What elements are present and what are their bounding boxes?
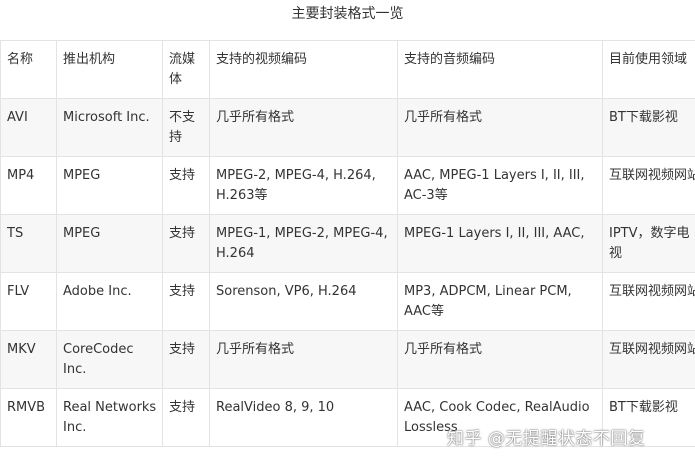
cell-audio-codecs: AAC, MPEG-1 Layers I, II, III, AC-3等: [397, 156, 603, 215]
cell-streaming: 支持: [162, 330, 210, 389]
table-row: FLV Adobe Inc. 支持 Sorenson, VP6, H.264 M…: [0, 272, 695, 331]
cell-streaming: 支持: [162, 272, 210, 331]
cell-publisher: Real Networks Inc.: [56, 388, 163, 447]
cell-audio-codecs: 几乎所有格式: [397, 98, 603, 157]
cell-name: TS: [0, 214, 57, 273]
cell-streaming: 支持: [162, 388, 210, 447]
header-streaming: 流媒体: [162, 40, 210, 99]
header-audio-codecs: 支持的音频编码: [397, 40, 603, 99]
cell-video-codecs: MPEG-1, MPEG-2, MPEG-4, H.264: [209, 214, 398, 273]
table-caption: 主要封装格式一览: [291, 6, 404, 22]
header-publisher: 推出机构: [56, 40, 163, 99]
cell-video-codecs: MPEG-2, MPEG-4, H.264, H.263等: [209, 156, 398, 215]
zhihu-watermark: 知乎 @无提醒状态不回复: [447, 429, 646, 449]
cell-video-codecs: Sorenson, VP6, H.264: [209, 272, 398, 331]
cell-publisher: Microsoft Inc.: [56, 98, 163, 157]
cell-publisher: CoreCodec Inc.: [56, 330, 163, 389]
cell-audio-codecs: MP3, ADPCM, Linear PCM, AAC等: [397, 272, 603, 331]
cell-streaming: 不支持: [162, 98, 210, 157]
cell-usage: 互联网视频网站: [602, 330, 695, 389]
header-name: 名称: [0, 40, 57, 99]
cell-publisher: MPEG: [56, 156, 163, 215]
header-usage: 目前使用领域: [602, 40, 695, 99]
cell-streaming: 支持: [162, 214, 210, 273]
cell-audio-codecs: MPEG-1 Layers I, II, III, AAC,: [397, 214, 603, 273]
cell-video-codecs: 几乎所有格式: [209, 330, 398, 389]
cell-name: RMVB: [0, 388, 57, 447]
cell-publisher: Adobe Inc.: [56, 272, 163, 331]
table-row: AVI Microsoft Inc. 不支持 几乎所有格式 几乎所有格式 BT下…: [0, 98, 695, 157]
cell-name: FLV: [0, 272, 57, 331]
cell-usage: BT下载影视: [602, 98, 695, 157]
table-header-row: 名称 推出机构 流媒体 支持的视频编码 支持的音频编码 目前使用领域: [0, 40, 695, 99]
cell-video-codecs: 几乎所有格式: [209, 98, 398, 157]
cell-audio-codecs: 几乎所有格式: [397, 330, 603, 389]
cell-publisher: MPEG: [56, 214, 163, 273]
cell-name: MP4: [0, 156, 57, 215]
table-row: MKV CoreCodec Inc. 支持 几乎所有格式 几乎所有格式 互联网视…: [0, 330, 695, 389]
cell-usage: IPTV，数字电视: [602, 214, 695, 273]
header-video-codecs: 支持的视频编码: [209, 40, 398, 99]
cell-streaming: 支持: [162, 156, 210, 215]
cell-name: MKV: [0, 330, 57, 389]
cell-usage: 互联网视频网站: [602, 272, 695, 331]
table-row: TS MPEG 支持 MPEG-1, MPEG-2, MPEG-4, H.264…: [0, 214, 695, 273]
cell-usage: 互联网视频网站: [602, 156, 695, 215]
cell-video-codecs: RealVideo 8, 9, 10: [209, 388, 398, 447]
table-row: MP4 MPEG 支持 MPEG-2, MPEG-4, H.264, H.263…: [0, 156, 695, 215]
format-table: 名称 推出机构 流媒体 支持的视频编码 支持的音频编码 目前使用领域 AVI M…: [0, 40, 695, 447]
cell-name: AVI: [0, 98, 57, 157]
